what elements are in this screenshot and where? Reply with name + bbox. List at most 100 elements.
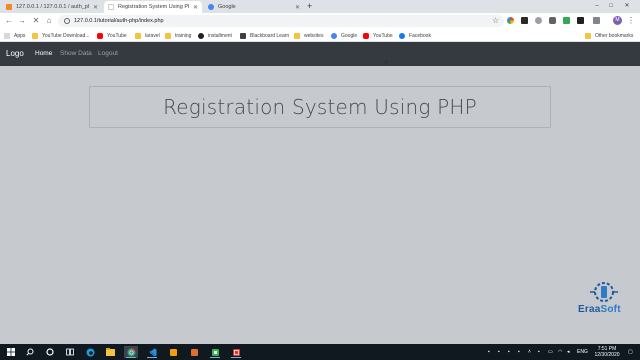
youtube-icon bbox=[97, 32, 103, 39]
windows-logo-icon bbox=[7, 348, 15, 356]
folder-icon bbox=[105, 348, 115, 356]
nav-home[interactable]: Home bbox=[35, 50, 52, 58]
bookmark-training[interactable]: training bbox=[165, 31, 191, 40]
nav-logout[interactable]: Logout bbox=[98, 50, 118, 58]
network-icon[interactable]: ▭ bbox=[548, 344, 553, 360]
bookmark-label: Apps bbox=[14, 32, 26, 39]
taskbar-file-explorer[interactable] bbox=[103, 346, 117, 358]
taskbar-edge[interactable] bbox=[83, 346, 97, 358]
folder-icon bbox=[32, 32, 38, 39]
input-language[interactable]: ENG bbox=[577, 344, 588, 360]
tray-app-icon[interactable]: ▪ bbox=[498, 344, 500, 360]
recorder-icon bbox=[232, 348, 240, 356]
bookmark-laravel[interactable]: laravel bbox=[135, 31, 160, 40]
extension-icon[interactable] bbox=[577, 17, 584, 24]
cortana-button[interactable] bbox=[43, 346, 57, 358]
bookmark-blackboard[interactable]: Blackboard Learn bbox=[240, 31, 289, 40]
windows-taskbar: ▪ ▪ ▪ ▪ ˄ ▪ ▭ ◠ ◂ ENG 7:51 PM 12/30/2020… bbox=[0, 344, 640, 360]
bookmark-other[interactable]: Other bookmarks bbox=[585, 31, 633, 40]
taskbar-clock[interactable]: 7:51 PM 12/30/2020 bbox=[592, 346, 622, 358]
info-icon[interactable] bbox=[64, 18, 70, 24]
taskbar-recorder[interactable] bbox=[229, 346, 243, 358]
site-navbar: Logo Home Show Data Logout bbox=[0, 42, 640, 66]
tray-app-icon[interactable]: ▪ bbox=[518, 344, 520, 360]
forward-arrow-icon[interactable]: → bbox=[16, 15, 28, 27]
bookmark-label: Facebook bbox=[409, 32, 431, 39]
back-arrow-icon[interactable]: ← bbox=[3, 15, 15, 27]
bookmark-star-icon[interactable]: ☆ bbox=[492, 15, 499, 27]
address-bar[interactable]: 127.0.0.1/tutorial/auth-php/index.php bbox=[58, 15, 504, 27]
eyedropper-extension-icon[interactable] bbox=[521, 17, 528, 24]
google-icon bbox=[208, 4, 214, 10]
close-tab-icon[interactable]: ✕ bbox=[193, 4, 198, 11]
bookmark-websites[interactable]: websites bbox=[294, 31, 323, 40]
browser-toolbar: ← → ✕ ⌂ 127.0.0.1/tutorial/auth-php/inde… bbox=[0, 13, 640, 29]
tray-people-icon[interactable]: ▪ bbox=[488, 344, 490, 360]
nav-show-data[interactable]: Show Data bbox=[60, 50, 92, 58]
browser-tab-phpmyadmin[interactable]: 127.0.0.1 / 127.0.0.1 / auth_php ✕ bbox=[2, 1, 102, 13]
bookmark-facebook[interactable]: Facebook bbox=[399, 31, 431, 40]
folder-icon bbox=[165, 32, 171, 39]
browser-menu-icon[interactable]: ⋮ bbox=[627, 15, 635, 27]
phpmyadmin-icon bbox=[6, 4, 12, 10]
new-tab-button[interactable]: + bbox=[307, 1, 312, 12]
maximize-button[interactable]: □ bbox=[604, 0, 618, 13]
edge-icon bbox=[86, 348, 94, 356]
volume-icon[interactable]: ◂ bbox=[567, 344, 570, 360]
chrome-icon bbox=[127, 347, 135, 356]
bookmark-google[interactable]: Google bbox=[331, 31, 357, 40]
page-content: Registration System Using PHP bbox=[0, 66, 640, 344]
tab-title: 127.0.0.1 / 127.0.0.1 / auth_php bbox=[16, 4, 89, 10]
camtasia-icon bbox=[211, 348, 219, 356]
site-logo[interactable]: Logo bbox=[6, 49, 24, 59]
google-icon bbox=[331, 32, 337, 39]
extension-icon[interactable] bbox=[563, 17, 570, 24]
puzzle-icon[interactable] bbox=[593, 17, 600, 24]
task-view-button[interactable] bbox=[63, 346, 77, 358]
browser-tab-google[interactable]: Google ✕ bbox=[204, 1, 304, 13]
bookmark-label: YouTube bbox=[373, 32, 393, 39]
notifications-icon[interactable]: ▢ bbox=[628, 344, 633, 360]
bookmark-youtube-2[interactable]: YouTube bbox=[363, 31, 393, 40]
browser-tab-registration[interactable]: Registration System Using PHP ✕ bbox=[104, 1, 202, 13]
bookmark-youtube[interactable]: YouTube bbox=[97, 31, 127, 40]
profile-avatar[interactable]: M bbox=[613, 16, 622, 25]
bookmark-apps[interactable]: Apps bbox=[4, 31, 25, 40]
bookmark-label: training bbox=[175, 32, 192, 39]
close-tab-icon[interactable]: ✕ bbox=[93, 4, 98, 11]
bookmark-label: Other bookmarks bbox=[595, 32, 634, 39]
taskbar-app[interactable] bbox=[187, 346, 201, 358]
apps-grid-icon bbox=[4, 32, 10, 39]
taskbar-camtasia[interactable] bbox=[208, 346, 222, 358]
watermark-part2: Soft bbox=[600, 304, 621, 315]
wifi-icon[interactable]: ◠ bbox=[558, 344, 562, 360]
page-icon bbox=[108, 4, 114, 10]
show-hidden-icons-icon[interactable]: ˄ bbox=[528, 344, 531, 360]
mouse-cursor bbox=[384, 60, 388, 65]
tray-app-icon[interactable]: ▪ bbox=[538, 344, 540, 360]
bookmark-installment[interactable]: installment bbox=[198, 31, 232, 40]
home-icon[interactable]: ⌂ bbox=[43, 15, 55, 27]
taskbar-chrome[interactable] bbox=[124, 346, 138, 358]
folder-icon bbox=[585, 32, 591, 39]
start-button[interactable] bbox=[4, 346, 18, 358]
minimize-button[interactable]: – bbox=[590, 0, 604, 13]
close-window-button[interactable]: ✕ bbox=[620, 0, 634, 13]
watermark-text: EraaSoft bbox=[578, 304, 621, 315]
taskbar-app[interactable] bbox=[166, 346, 180, 358]
task-view-icon bbox=[66, 348, 74, 356]
extension-icon[interactable] bbox=[535, 17, 542, 24]
taskbar-vscode[interactable] bbox=[145, 346, 159, 358]
watermark-part1: Eraa bbox=[578, 304, 601, 315]
chrome-extension-icon[interactable] bbox=[507, 17, 514, 24]
close-tab-icon[interactable]: ✕ bbox=[295, 4, 300, 11]
bookmark-label: laravel bbox=[145, 32, 160, 39]
stop-loading-icon[interactable]: ✕ bbox=[30, 15, 42, 27]
bookmark-label: YouTube bbox=[107, 32, 127, 39]
tray-app-icon[interactable]: ▪ bbox=[508, 344, 510, 360]
search-button[interactable] bbox=[23, 346, 37, 358]
extension-icon[interactable] bbox=[549, 17, 556, 24]
bookmark-youtube-download[interactable]: YouTube Download... bbox=[32, 31, 89, 40]
jumbotron: Registration System Using PHP bbox=[89, 86, 551, 128]
facebook-icon bbox=[399, 32, 405, 39]
